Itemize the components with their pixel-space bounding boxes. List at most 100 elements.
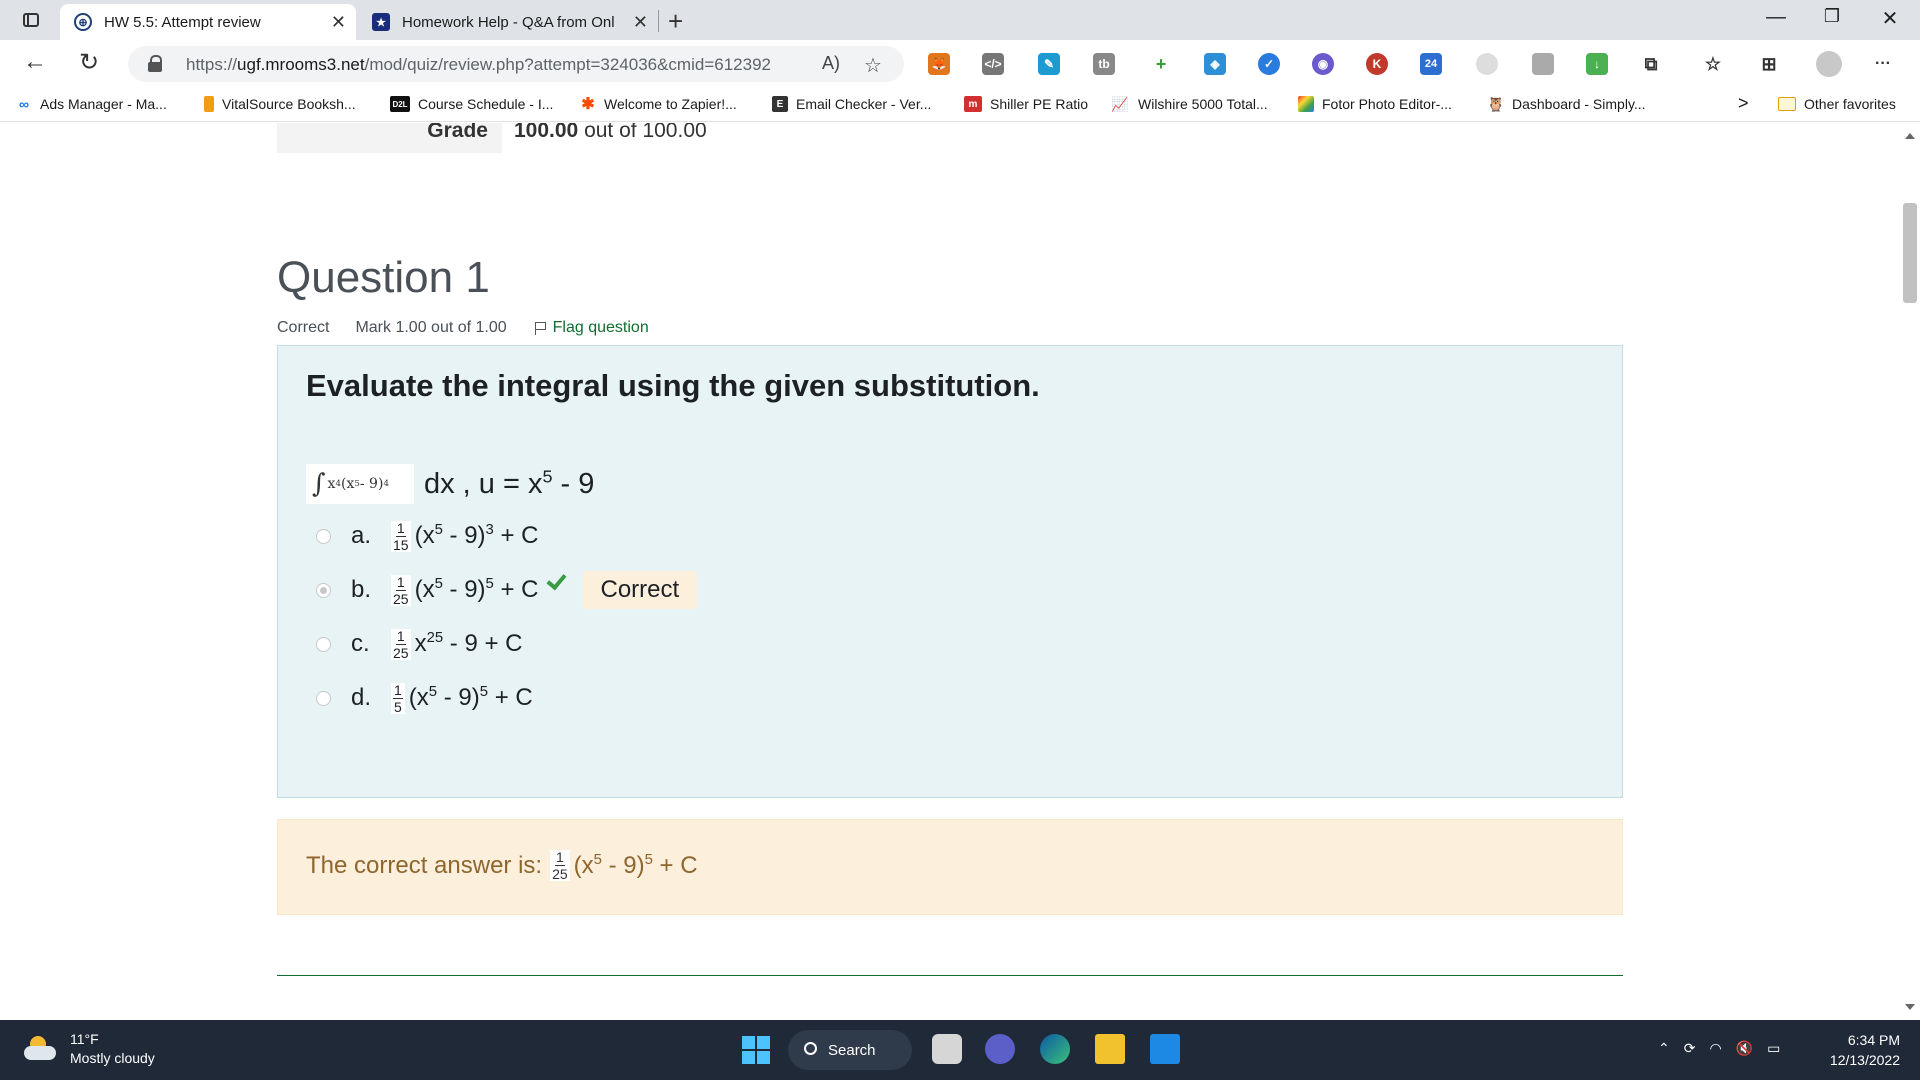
grade-summary-row: Grade 100.00 out of 100.00 bbox=[277, 123, 1623, 153]
favorite-dashboard-simply[interactable]: 🦉 Dashboard - Simply... bbox=[1487, 95, 1645, 113]
calendar-extension-icon[interactable]: 24 bbox=[1420, 53, 1442, 75]
navigation-bar: ← ↻ https://ugf.mrooms3.net/mod/quiz/rev… bbox=[0, 40, 1920, 88]
tab-separator bbox=[658, 10, 659, 32]
star-favicon-icon: ★ bbox=[372, 13, 390, 31]
answer-option-c[interactable]: c. 1 25 x25 - 9 + C bbox=[316, 622, 522, 666]
grade-label: Grade bbox=[427, 123, 488, 142]
fraction: 1 25 bbox=[391, 573, 411, 607]
simply-icon: 🦉 bbox=[1487, 95, 1505, 112]
moon-extension-icon[interactable] bbox=[1476, 53, 1498, 75]
favorite-email-checker[interactable]: E Email Checker - Ver... bbox=[772, 96, 931, 112]
answer-letter: c. bbox=[351, 630, 370, 657]
answer-option-d[interactable]: d. 15 (x5 - 9)5 + C bbox=[316, 676, 533, 720]
favorite-shiller-pe[interactable]: m Shiller PE Ratio bbox=[964, 96, 1088, 112]
more-menu-icon[interactable]: ··· bbox=[1872, 53, 1894, 75]
metamask-extension-icon[interactable]: 🦊 bbox=[928, 53, 950, 75]
scroll-down-arrow-icon[interactable] bbox=[1905, 1004, 1915, 1010]
code-extension-icon[interactable]: </> bbox=[982, 53, 1004, 75]
file-explorer-icon[interactable] bbox=[1095, 1034, 1125, 1064]
radio-button[interactable] bbox=[316, 636, 331, 652]
taskbar-search[interactable]: Search bbox=[788, 1030, 912, 1070]
add-favorite-star-icon[interactable]: ☆ bbox=[864, 53, 882, 78]
new-tab-button[interactable]: + bbox=[668, 6, 683, 37]
weather-widget[interactable]: 11°F Mostly cloudy bbox=[22, 1030, 155, 1068]
feedback-text: The correct answer is: 1 25 (x5 - 9)5 + C bbox=[306, 849, 698, 882]
gray-extension-icon[interactable] bbox=[1532, 53, 1554, 75]
close-tab-icon[interactable]: ✕ bbox=[331, 12, 346, 33]
favorites-list-icon[interactable]: ☆ bbox=[1702, 53, 1724, 75]
windows-start-icon[interactable] bbox=[742, 1036, 770, 1064]
checkmark-icon bbox=[547, 575, 569, 589]
collections-icon[interactable]: ⊞ bbox=[1758, 53, 1780, 75]
extensions-puzzle-icon[interactable]: ⧉ bbox=[1640, 53, 1662, 75]
volume-muted-icon[interactable]: 🔇 bbox=[1736, 1040, 1753, 1057]
substitution-text: dx , u = x5 - 9 bbox=[424, 465, 595, 500]
scroll-up-arrow-icon[interactable] bbox=[1905, 133, 1915, 139]
favorite-course-schedule[interactable]: D2L Course Schedule - I... bbox=[390, 96, 553, 112]
favorite-wilshire[interactable]: 📈 Wilshire 5000 Total... bbox=[1110, 96, 1267, 113]
tb-extension-icon[interactable]: tb bbox=[1093, 53, 1115, 75]
plus-extension-icon[interactable]: + bbox=[1150, 53, 1172, 75]
tab-title: Homework Help - Q&A from Onl bbox=[402, 13, 615, 31]
tab-actions-icon[interactable] bbox=[18, 8, 44, 32]
favorite-vitalsource[interactable]: VitalSource Booksh... bbox=[204, 96, 356, 112]
question-info: Correct Mark 1.00 out of 1.00 Flag quest… bbox=[277, 319, 649, 337]
tab-attempt-review[interactable]: ⊕ HW 5.5: Attempt review ✕ bbox=[60, 4, 356, 40]
restore-button[interactable]: ❐ bbox=[1812, 6, 1852, 27]
answer-letter: a. bbox=[351, 522, 372, 549]
close-tab-icon[interactable]: ✕ bbox=[633, 12, 648, 33]
answer-letter: d. bbox=[351, 684, 372, 711]
battery-icon[interactable]: ▭ bbox=[1767, 1040, 1780, 1057]
refresh-icon[interactable]: ↻ bbox=[72, 48, 106, 77]
other-favorites-folder[interactable]: Other favorites bbox=[1778, 96, 1896, 112]
moodle-favicon-icon: ⊕ bbox=[74, 13, 92, 31]
radio-button-selected[interactable] bbox=[316, 582, 331, 598]
favorites-overflow-chevron-icon[interactable]: > bbox=[1738, 93, 1749, 114]
page-scrollbar[interactable] bbox=[1900, 123, 1920, 1020]
fraction: 1 25 bbox=[550, 849, 570, 882]
edit-extension-icon[interactable]: ✎ bbox=[1038, 53, 1060, 75]
favorite-fotor[interactable]: Fotor Photo Editor-... bbox=[1298, 96, 1452, 112]
shield-extension-icon[interactable]: ◈ bbox=[1204, 53, 1226, 75]
edge-browser-icon[interactable] bbox=[1040, 1034, 1070, 1064]
lock-icon[interactable] bbox=[148, 55, 162, 72]
mail-icon[interactable] bbox=[1150, 1034, 1180, 1064]
radio-button[interactable] bbox=[316, 528, 331, 544]
url-text[interactable]: https://ugf.mrooms3.net/mod/quiz/review.… bbox=[186, 55, 771, 75]
clock[interactable]: 6:34 PM 12/13/2022 bbox=[1810, 1030, 1900, 1070]
show-hidden-icons-chevron-icon[interactable]: ⌃ bbox=[1658, 1040, 1670, 1057]
chat-extension-icon[interactable]: ◉ bbox=[1312, 53, 1334, 75]
check-extension-icon[interactable]: ✓ bbox=[1258, 53, 1280, 75]
read-aloud-icon[interactable]: A) bbox=[822, 53, 840, 74]
answer-letter: b. bbox=[351, 576, 372, 603]
back-arrow-icon[interactable]: ← bbox=[18, 48, 52, 76]
answer-option-a[interactable]: a. 1 15 (x5 - 9)3 + C bbox=[316, 514, 539, 558]
favorite-zapier[interactable]: ✱ Welcome to Zapier!... bbox=[580, 96, 737, 113]
radio-button[interactable] bbox=[316, 690, 331, 706]
task-view-icon[interactable] bbox=[932, 1034, 962, 1064]
profile-avatar-icon[interactable] bbox=[1816, 51, 1842, 77]
flag-question-link[interactable]: Flag question bbox=[533, 319, 649, 337]
answer-expression: (x5 - 9)5 + C bbox=[414, 576, 539, 603]
minimize-button[interactable]: — bbox=[1756, 6, 1796, 29]
question-mark: Mark 1.00 out of 1.00 bbox=[355, 319, 507, 336]
sync-icon[interactable]: ⟳ bbox=[1684, 1040, 1696, 1057]
download-extension-icon[interactable]: ↓ bbox=[1586, 53, 1608, 75]
favorites-bar: ∞ Ads Manager - Ma... VitalSource Booksh… bbox=[0, 88, 1920, 122]
meta-icon: ∞ bbox=[19, 96, 29, 112]
scroll-thumb[interactable] bbox=[1903, 203, 1917, 303]
tab-homework-help[interactable]: ★ Homework Help - Q&A from Onl ✕ bbox=[358, 4, 658, 40]
quiz-review-page: Grade 100.00 out of 100.00 Question 1 Co… bbox=[0, 123, 1900, 1020]
close-window-button[interactable]: ✕ bbox=[1870, 6, 1910, 31]
wifi-icon[interactable]: ◠ bbox=[1709, 1040, 1721, 1057]
teams-chat-icon[interactable] bbox=[985, 1034, 1015, 1064]
partly-cloudy-icon bbox=[22, 1036, 58, 1062]
address-bar[interactable]: https://ugf.mrooms3.net/mod/quiz/review.… bbox=[128, 46, 904, 82]
question-prompt: Evaluate the integral using the given su… bbox=[306, 368, 1040, 403]
favorite-ads-manager[interactable]: ∞ Ads Manager - Ma... bbox=[16, 96, 167, 112]
integral-image: ∫ x 4 (x 5 - 9) 4 bbox=[306, 464, 414, 504]
k-extension-icon[interactable]: K bbox=[1366, 53, 1388, 75]
vitalsource-icon bbox=[204, 96, 214, 112]
answer-option-b[interactable]: b. 1 25 (x5 - 9)5 + C Correct bbox=[316, 568, 698, 612]
fotor-icon bbox=[1298, 96, 1314, 112]
